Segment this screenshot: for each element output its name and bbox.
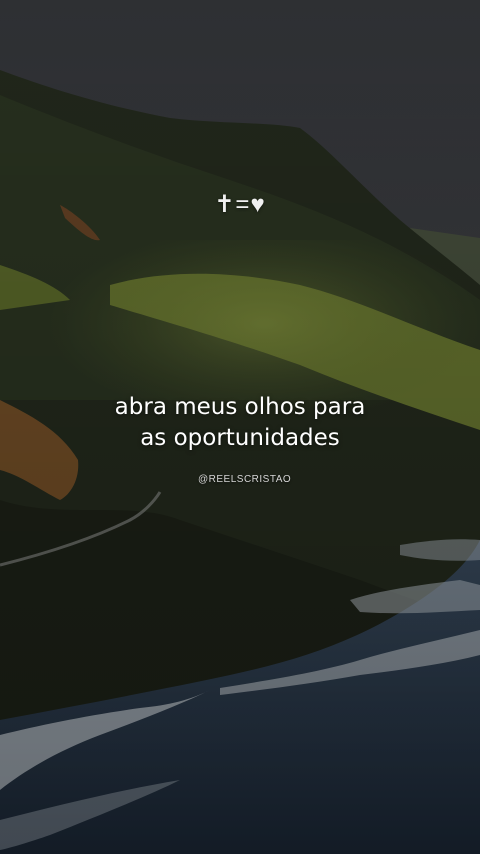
quote-text: abra meus olhos para as oportunidades [60, 392, 420, 454]
quote-line-1: abra meus olhos para [114, 394, 366, 420]
reel-scene: ✝=♥ abra meus olhos para as oportunidade… [0, 0, 480, 854]
faith-logo: ✝=♥ [0, 190, 480, 219]
quote-line-2: as oportunidades [140, 425, 340, 451]
account-handle: @REELSCRISTAO [198, 474, 292, 485]
cross-icon: ✝ [214, 191, 236, 218]
equals-sign: = [235, 191, 251, 218]
heart-icon: ♥ [250, 191, 266, 218]
